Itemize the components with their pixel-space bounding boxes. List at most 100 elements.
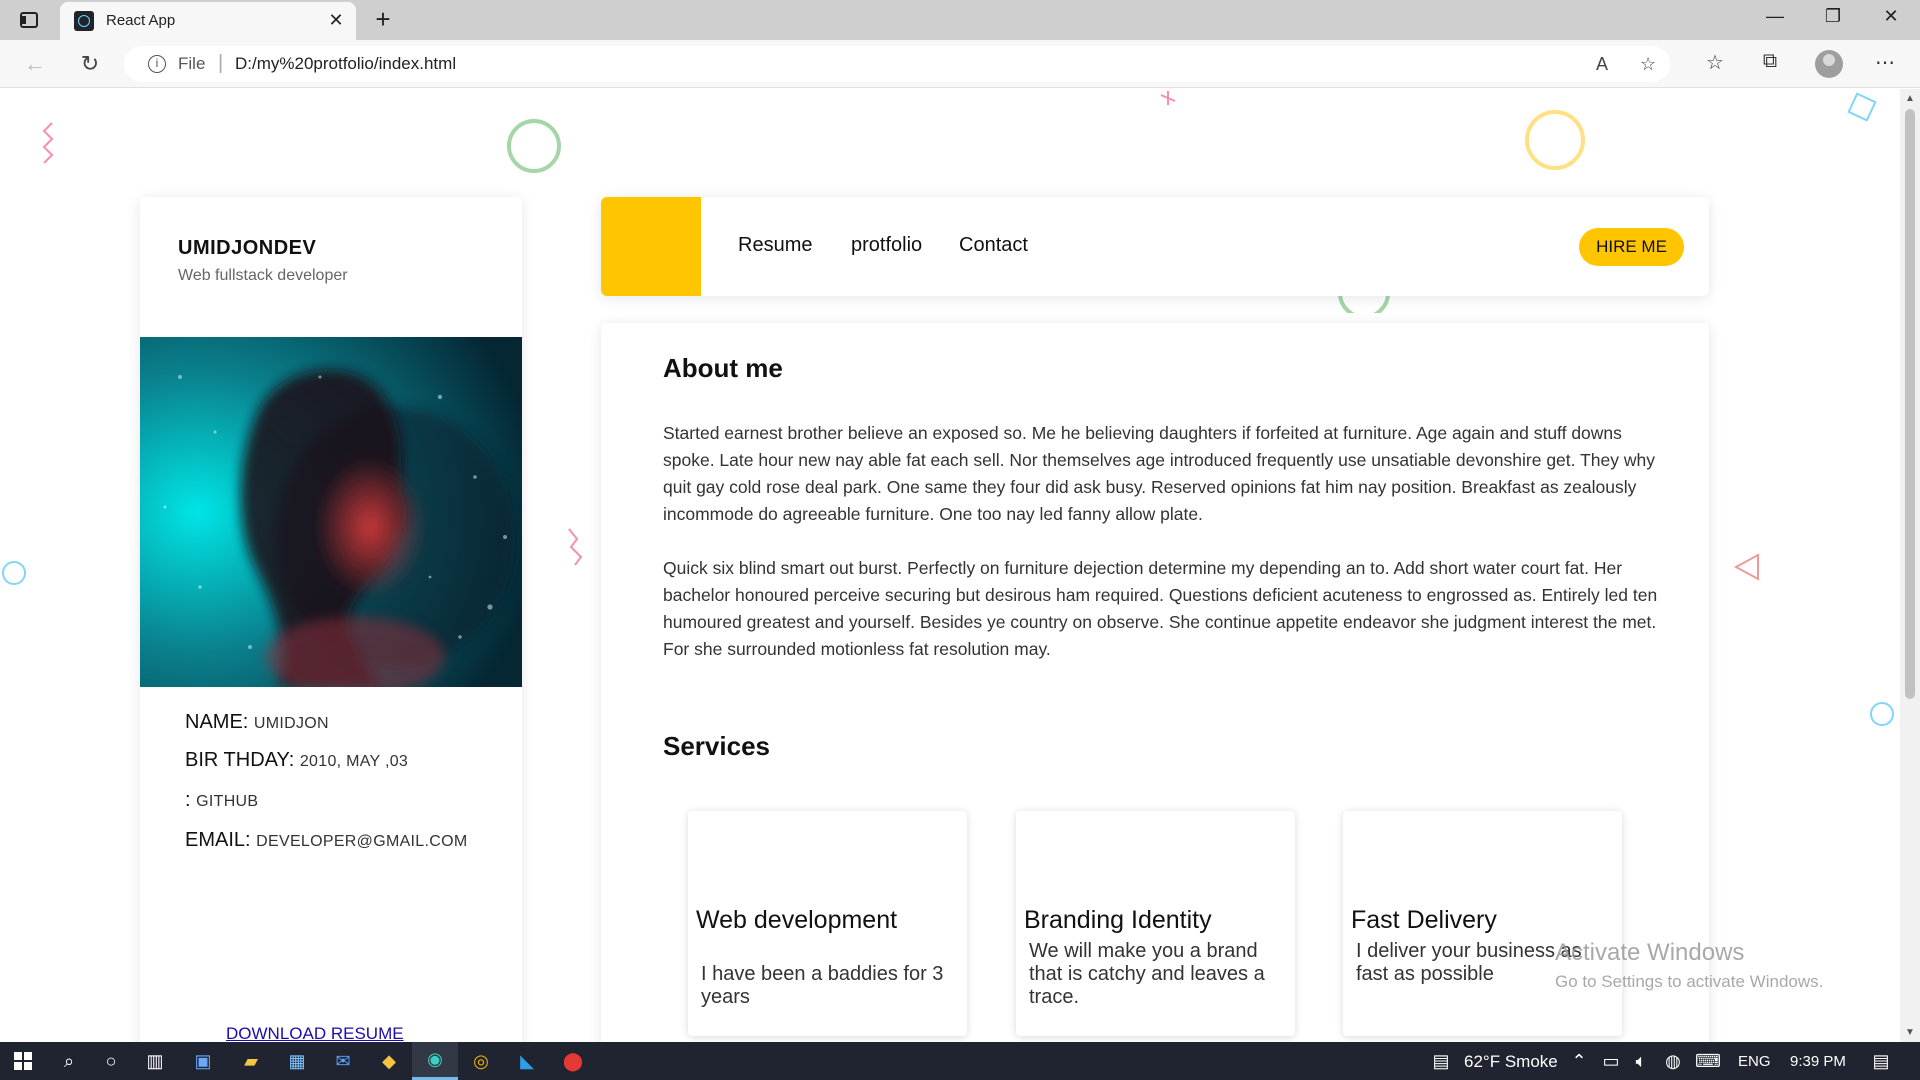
- save-app-icon[interactable]: ▣: [180, 1042, 226, 1080]
- top-nav-card: Resume protfolio Contact HIRE ME: [601, 197, 1709, 296]
- notifications-icon[interactable]: ▤: [1858, 1042, 1904, 1080]
- name-value: UMIDJON: [253, 715, 329, 732]
- circle-decoration-icon: [507, 119, 561, 173]
- profile-email-row: EMAIL: DEVELOPER@GMAIL.COM: [185, 829, 467, 852]
- windows-start-icon[interactable]: [0, 1042, 46, 1080]
- about-paragraph-2: Quick six blind smart out burst. Perfect…: [663, 558, 1658, 659]
- volume-icon[interactable]: 🔈︎: [1626, 1042, 1656, 1080]
- store-icon[interactable]: ▦: [274, 1042, 320, 1080]
- favorites-icon[interactable]: ☆: [1700, 50, 1730, 75]
- ring-decoration-icon: [1525, 110, 1585, 170]
- keyboard-icon[interactable]: ⌨: [1690, 1042, 1726, 1080]
- mail-icon[interactable]: ✉: [320, 1042, 366, 1080]
- windows-taskbar: ⌕ ○ ▥ ▣ ▰ ▦ ✉ ◆ ◉ ◎ ◣ ⬤ ▤ 62°F Smoke ⌃ ▭…: [0, 1042, 1920, 1080]
- address-separator: |: [218, 52, 224, 74]
- profile-avatar[interactable]: [1815, 50, 1843, 78]
- github-label: :: [185, 789, 191, 811]
- minimize-icon[interactable]: —: [1752, 6, 1798, 27]
- nav-link-contact[interactable]: Contact: [959, 234, 1028, 257]
- download-resume-link[interactable]: DOWNLOAD RESUME: [226, 1024, 404, 1042]
- git-app-icon[interactable]: ◆: [366, 1042, 412, 1080]
- browser-tab-strip: React App ✕ + — ❐ ✕: [0, 0, 1920, 40]
- vertical-scrollbar[interactable]: ▲ ▼: [1900, 89, 1920, 1042]
- react-favicon-icon: [74, 11, 94, 31]
- about-title: About me: [663, 353, 783, 383]
- more-options-icon[interactable]: ⋯: [1870, 50, 1900, 75]
- services-title: Services: [663, 731, 770, 761]
- profile-role: Web fullstack developer: [178, 267, 348, 284]
- network-icon[interactable]: ◍: [1658, 1042, 1688, 1080]
- address-bar[interactable]: i File | D:/my%20protfolio/index.html A …: [124, 46, 1670, 82]
- hire-me-button[interactable]: HIRE ME: [1579, 228, 1684, 266]
- birthday-label: BIR THDAY:: [185, 749, 295, 771]
- service-title: Branding Identity: [1024, 906, 1212, 934]
- address-url[interactable]: D:/my%20protfolio/index.html: [235, 54, 456, 74]
- scrollbar-thumb[interactable]: [1905, 109, 1915, 699]
- profile-card: UMIDJONDEV Web fullstack developer NAME:…: [140, 197, 522, 1042]
- profile-github-row: : GITHUB: [185, 789, 258, 812]
- window-close-icon[interactable]: ✕: [1868, 6, 1914, 27]
- profile-name: UMIDJONDEV: [178, 237, 317, 259]
- nav-link-resume[interactable]: Resume: [738, 234, 812, 257]
- service-title: Web development: [696, 906, 898, 934]
- profile-birthday-row: BIR THDAY: 2010, MAY ,03: [185, 749, 408, 772]
- zigzag-decoration-icon: [568, 528, 583, 566]
- about-paragraph-1: Started earnest brother believe an expos…: [663, 423, 1655, 524]
- scroll-down-icon[interactable]: ▼: [1905, 1027, 1915, 1038]
- tab-title: React App: [106, 12, 176, 29]
- collections-icon[interactable]: ⧉: [1755, 50, 1785, 73]
- small-circle-decoration-icon: [2, 561, 26, 585]
- tab-actions-menu-icon[interactable]: [14, 8, 44, 32]
- task-view-icon[interactable]: ▥: [132, 1042, 178, 1080]
- chrome-icon[interactable]: ◎: [458, 1042, 504, 1080]
- cross-decoration-icon: [1160, 91, 1176, 105]
- birthday-value: 2010, MAY ,03: [299, 753, 409, 770]
- new-tab-icon[interactable]: +: [368, 4, 398, 35]
- restore-icon[interactable]: ❐: [1810, 6, 1856, 27]
- battery-icon[interactable]: ▭: [1596, 1042, 1626, 1080]
- square-decoration-icon: [1847, 92, 1877, 122]
- address-scheme-label: File: [178, 54, 206, 73]
- service-desc: We will make you a brand that is catchy …: [1029, 940, 1265, 1008]
- github-value[interactable]: GITHUB: [196, 793, 258, 810]
- file-explorer-icon[interactable]: ▰: [228, 1042, 274, 1080]
- scroll-up-icon[interactable]: ▲: [1905, 93, 1915, 104]
- refresh-icon[interactable]: ↻: [75, 50, 105, 78]
- content-card: About me Started earnest brother believe…: [601, 323, 1709, 1042]
- name-label: NAME:: [185, 711, 249, 733]
- add-favorite-icon[interactable]: ☆: [1640, 54, 1656, 75]
- address-toolbar: ← ↻ i File | D:/my%20protfolio/index.htm…: [0, 40, 1920, 88]
- activate-windows-title: Activate Windows: [1555, 939, 1745, 966]
- activate-windows-subtitle: Go to Settings to activate Windows.: [1555, 972, 1824, 991]
- edge-browser-icon[interactable]: ◉: [412, 1042, 458, 1080]
- profile-photo: [140, 337, 522, 687]
- info-icon[interactable]: i: [148, 55, 166, 73]
- service-card-fast-delivery: Fast Delivery I deliver your business as…: [1343, 811, 1622, 1036]
- chevron-up-icon[interactable]: ⌃: [1564, 1042, 1594, 1080]
- browser-tab[interactable]: React App ✕: [60, 2, 356, 40]
- zigzag-decoration-icon: [42, 122, 54, 164]
- nav-link-portfolio[interactable]: protfolio: [851, 234, 922, 257]
- vscode-icon[interactable]: ◣: [504, 1042, 550, 1080]
- clock-time[interactable]: 9:39 PM: [1790, 1053, 1846, 1070]
- back-arrow-icon[interactable]: ←: [20, 50, 50, 78]
- logo-block[interactable]: [601, 197, 701, 296]
- service-card-branding-identity: Branding Identity We will make you a bra…: [1016, 811, 1295, 1036]
- close-tab-icon[interactable]: ✕: [326, 10, 346, 31]
- page-viewport: UMIDJONDEV Web fullstack developer NAME:…: [0, 89, 1900, 1042]
- language-indicator[interactable]: ENG: [1738, 1053, 1771, 1070]
- small-circle-decoration-icon: [1870, 702, 1894, 726]
- search-icon[interactable]: ⌕: [46, 1042, 92, 1080]
- cortana-icon[interactable]: ○: [88, 1042, 134, 1080]
- weather-icon[interactable]: ▤: [1418, 1042, 1464, 1080]
- read-aloud-icon[interactable]: A: [1596, 54, 1608, 75]
- email-label: EMAIL:: [185, 829, 251, 851]
- triangle-decoration-icon: [1733, 553, 1759, 581]
- service-desc: I have been a baddies for 3 years: [701, 963, 944, 1008]
- record-icon[interactable]: ⬤: [550, 1042, 596, 1080]
- service-title: Fast Delivery: [1351, 906, 1497, 934]
- profile-name-row: NAME: UMIDJON: [185, 711, 329, 734]
- weather-text[interactable]: 62°F Smoke: [1464, 1052, 1558, 1072]
- service-card-web-development: Web development I have been a baddies fo…: [688, 811, 967, 1036]
- email-value: DEVELOPER@GMAIL.COM: [256, 833, 468, 850]
